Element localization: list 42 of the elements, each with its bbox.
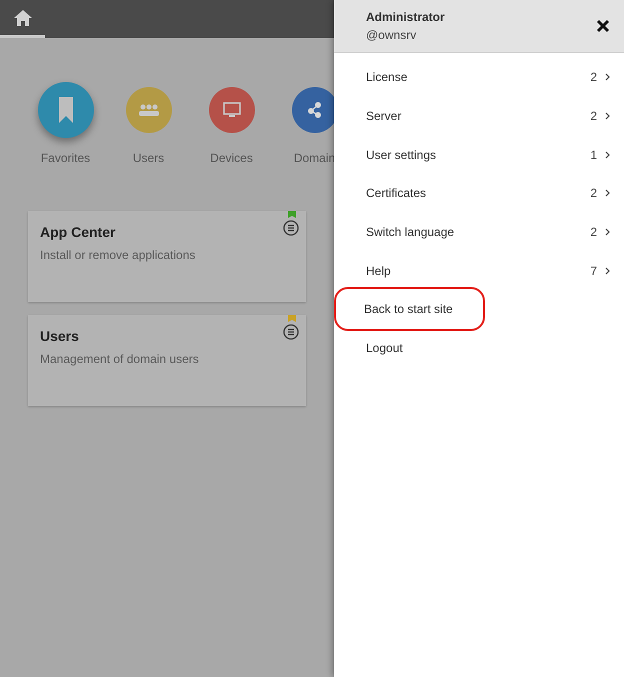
users-icon	[138, 104, 160, 116]
menu-item[interactable]: Certificates	[366, 186, 426, 200]
close-button[interactable]	[596, 19, 610, 33]
menu-item[interactable]: Logout	[366, 341, 403, 356]
item-count: 2	[590, 186, 597, 200]
menu-item[interactable]: User settings	[366, 148, 436, 162]
share-icon	[308, 102, 322, 118]
card-title: App Center	[40, 224, 116, 240]
chevron-right-icon	[605, 189, 610, 198]
menu-icon[interactable]	[283, 324, 299, 340]
card-description: Install or remove applications	[40, 248, 196, 262]
home-icon	[12, 8, 32, 26]
menu-icon[interactable]	[283, 220, 299, 236]
item-count: 7	[590, 264, 597, 278]
monitor-icon	[222, 102, 240, 118]
category-button[interactable]	[292, 87, 334, 133]
bookmark-icon	[58, 97, 72, 123]
item-count: 2	[590, 225, 597, 240]
menu-item[interactable]: Back to start site	[336, 289, 483, 330]
item-count: 1	[590, 148, 597, 162]
card-description: Management of domain users	[40, 352, 200, 366]
module-card[interactable]: App Center Install or remove applications	[28, 211, 306, 302]
category-label: Devices	[210, 151, 253, 165]
menu-item[interactable]: Server	[366, 109, 402, 124]
item-count: 2	[590, 109, 597, 124]
item-count: 2	[590, 70, 597, 84]
card-title: Users	[40, 328, 79, 344]
chevron-right-icon	[605, 228, 610, 236]
user-name: Administrator	[366, 10, 445, 24]
category-label: Favorites	[40, 151, 90, 165]
menu-item[interactable]: Switch language	[366, 225, 454, 240]
chevron-right-icon	[605, 73, 610, 82]
host-name: @ownsrv	[366, 28, 418, 42]
menu-item[interactable]: License	[366, 70, 408, 84]
chevron-right-icon	[605, 150, 610, 159]
category-label: Users	[132, 151, 164, 165]
category-button[interactable]	[208, 87, 254, 133]
chevron-right-icon	[605, 266, 610, 275]
menu-item[interactable]: Help	[366, 264, 391, 278]
chevron-right-icon	[605, 112, 610, 120]
module-card[interactable]: Users Management of domain users	[28, 315, 306, 406]
category-label: Domain	[294, 151, 334, 165]
